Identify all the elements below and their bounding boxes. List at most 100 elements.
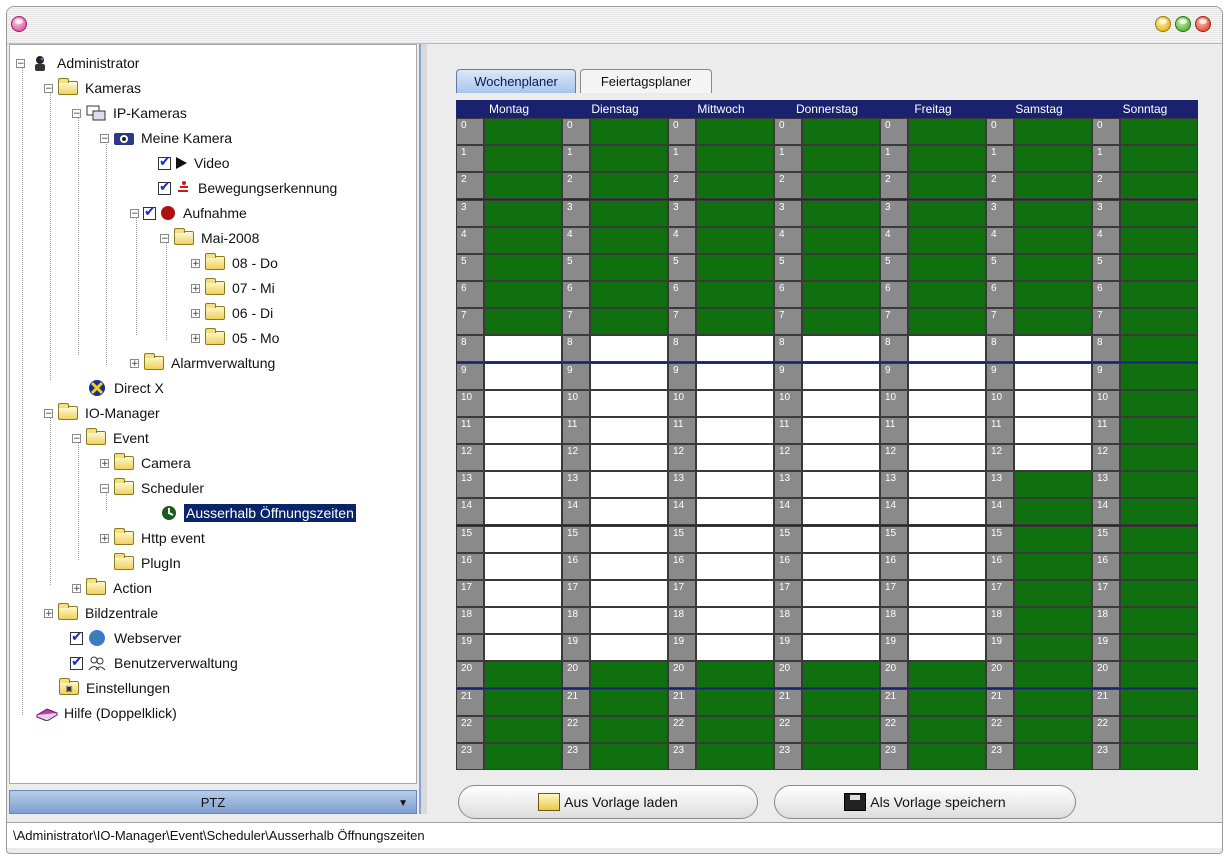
schedule-cell[interactable]: [484, 281, 562, 309]
schedule-cell[interactable]: [484, 118, 562, 146]
schedule-cell[interactable]: [484, 172, 562, 200]
collapse-icon[interactable]: −: [72, 108, 81, 118]
tree-item-einstellungen[interactable]: ▣ Einstellungen: [58, 678, 172, 698]
schedule-cell[interactable]: [1120, 281, 1198, 309]
day-header-montag[interactable]: Montag: [456, 100, 562, 118]
schedule-cell[interactable]: [908, 552, 986, 580]
schedule-cell[interactable]: [484, 688, 562, 716]
schedule-cell[interactable]: [696, 634, 774, 662]
schedule-cell[interactable]: [1014, 661, 1092, 689]
schedule-cell[interactable]: [908, 199, 986, 227]
schedule-cell[interactable]: [590, 199, 668, 227]
schedule-cell[interactable]: [1120, 118, 1198, 146]
schedule-cell[interactable]: [1120, 607, 1198, 635]
schedule-cell[interactable]: [696, 226, 774, 254]
ptz-dropdown[interactable]: PTZ ▼: [9, 790, 417, 814]
schedule-cell[interactable]: [908, 742, 986, 770]
schedule-cell[interactable]: [1120, 579, 1198, 607]
schedule-cell[interactable]: [484, 199, 562, 227]
schedule-cell[interactable]: [484, 145, 562, 173]
tree-item-scheduler[interactable]: − Scheduler: [100, 478, 206, 498]
tree-item-08-do[interactable]: + 08 - Do: [191, 253, 280, 273]
tree-item-06-di[interactable]: + 06 - Di: [191, 303, 275, 323]
schedule-cell[interactable]: [484, 362, 562, 390]
tree-item-07-mi[interactable]: + 07 - Mi: [191, 278, 277, 298]
schedule-cell[interactable]: [696, 199, 774, 227]
tree-item-plugin[interactable]: PlugIn: [113, 553, 183, 573]
checkbox[interactable]: [158, 154, 171, 170]
schedule-cell[interactable]: [908, 335, 986, 363]
schedule-cell[interactable]: [1014, 172, 1092, 200]
collapse-icon[interactable]: −: [44, 83, 53, 93]
schedule-cell[interactable]: [802, 335, 880, 363]
schedule-cell[interactable]: [802, 607, 880, 635]
schedule-cell[interactable]: [1014, 607, 1092, 635]
schedule-cell[interactable]: [590, 416, 668, 444]
tab-wochenplaner[interactable]: Wochenplaner: [456, 69, 576, 93]
schedule-cell[interactable]: [908, 688, 986, 716]
expand-icon[interactable]: +: [191, 333, 200, 343]
schedule-cell[interactable]: [1120, 634, 1198, 662]
collapse-icon[interactable]: −: [72, 433, 81, 443]
expand-icon[interactable]: +: [44, 608, 53, 618]
schedule-cell[interactable]: [1014, 715, 1092, 743]
day-header-donnerstag[interactable]: Donnerstag: [774, 100, 880, 118]
checkbox[interactable]: [70, 654, 83, 670]
expand-icon[interactable]: +: [191, 283, 200, 293]
tree-item-alarmverwaltung[interactable]: + Alarmverwaltung: [130, 353, 277, 373]
schedule-cell[interactable]: [802, 471, 880, 499]
schedule-cell[interactable]: [802, 416, 880, 444]
schedule-cell[interactable]: [484, 579, 562, 607]
schedule-cell[interactable]: [908, 607, 986, 635]
schedule-cell[interactable]: [484, 444, 562, 472]
schedule-cell[interactable]: [908, 253, 986, 281]
schedule-cell[interactable]: [1014, 742, 1092, 770]
schedule-cell[interactable]: [908, 416, 986, 444]
schedule-cell[interactable]: [590, 525, 668, 553]
schedule-cell[interactable]: [802, 661, 880, 689]
schedule-cell[interactable]: [908, 389, 986, 417]
schedule-cell[interactable]: [1120, 335, 1198, 363]
schedule-cell[interactable]: [484, 715, 562, 743]
schedule-cell[interactable]: [1120, 199, 1198, 227]
schedule-cell[interactable]: [696, 552, 774, 580]
schedule-cell[interactable]: [1120, 471, 1198, 499]
schedule-cell[interactable]: [590, 118, 668, 146]
schedule-cell[interactable]: [1120, 715, 1198, 743]
schedule-cell[interactable]: [1014, 281, 1092, 309]
schedule-cell[interactable]: [484, 607, 562, 635]
schedule-cell[interactable]: [908, 715, 986, 743]
schedule-cell[interactable]: [590, 471, 668, 499]
schedule-cell[interactable]: [1014, 118, 1092, 146]
schedule-cell[interactable]: [1120, 525, 1198, 553]
tree-item-ip-kameras[interactable]: − IP-Kameras: [72, 103, 189, 123]
schedule-cell[interactable]: [696, 416, 774, 444]
schedule-cell[interactable]: [908, 525, 986, 553]
schedule-cell[interactable]: [908, 281, 986, 309]
tab-feiertagsplaner[interactable]: Feiertagsplaner: [580, 69, 712, 93]
schedule-cell[interactable]: [696, 389, 774, 417]
schedule-cell[interactable]: [484, 471, 562, 499]
close-button[interactable]: [1195, 16, 1211, 32]
tree-item-action[interactable]: + Action: [72, 578, 154, 598]
schedule-cell[interactable]: [696, 308, 774, 336]
schedule-cell[interactable]: [696, 607, 774, 635]
schedule-cell[interactable]: [1120, 389, 1198, 417]
schedule-cell[interactable]: [1120, 661, 1198, 689]
schedule-cell[interactable]: [1014, 416, 1092, 444]
schedule-cell[interactable]: [1014, 579, 1092, 607]
schedule-cell[interactable]: [484, 389, 562, 417]
tree-item-webserver[interactable]: Webserver: [70, 628, 183, 648]
schedule-cell[interactable]: [802, 498, 880, 526]
schedule-cell[interactable]: [908, 226, 986, 254]
schedule-cell[interactable]: [1014, 552, 1092, 580]
schedule-cell[interactable]: [1120, 226, 1198, 254]
schedule-cell[interactable]: [1120, 172, 1198, 200]
schedule-cell[interactable]: [484, 253, 562, 281]
schedule-cell[interactable]: [484, 308, 562, 336]
schedule-cell[interactable]: [1120, 362, 1198, 390]
collapse-icon[interactable]: −: [44, 408, 53, 418]
schedule-cell[interactable]: [1120, 444, 1198, 472]
schedule-cell[interactable]: [590, 308, 668, 336]
schedule-cell[interactable]: [802, 118, 880, 146]
